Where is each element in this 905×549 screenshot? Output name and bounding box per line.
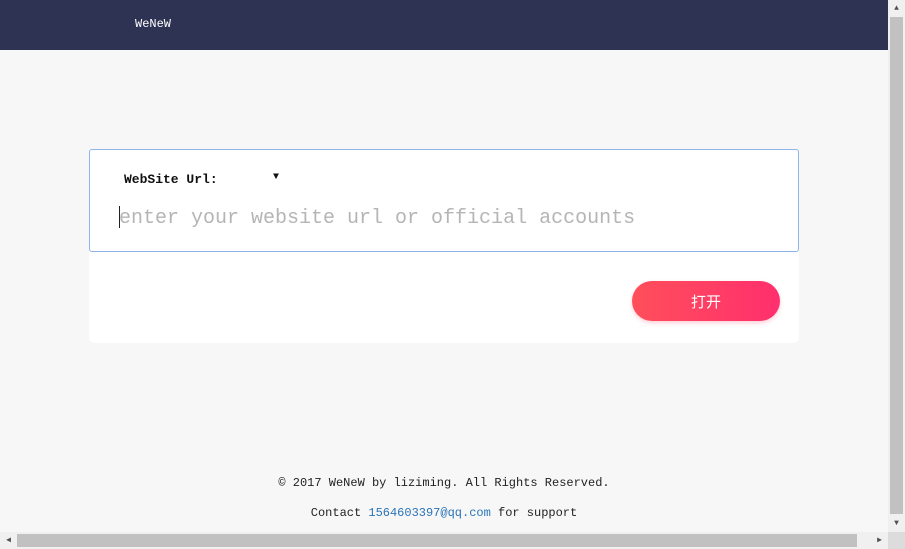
scroll-right-icon[interactable]: ▶ [871,532,888,549]
website-url-label[interactable]: WebSite Url: [124,172,218,187]
open-button[interactable]: 打开 [632,281,780,321]
scroll-down-icon[interactable]: ▼ [888,515,905,532]
scrollbar-corner [888,532,905,549]
url-input-box[interactable]: WebSite Url: ▼ [89,149,799,252]
caret-down-icon[interactable]: ▼ [273,172,279,183]
contact-prefix: Contact [310,506,369,520]
contact-suffix: for support [490,506,578,520]
scroll-up-icon[interactable]: ▲ [888,0,905,17]
brand-logo-text[interactable]: WeNeW [135,17,171,31]
vertical-scrollbar[interactable]: ▲ ▼ [888,0,905,532]
footer-copyright: © 2017 WeNeW by liziming. All Rights Res… [278,476,610,490]
scroll-left-icon[interactable]: ◀ [0,532,17,549]
browser-viewport: WeNeW WebSite Url: ▼ 打开 © 2017 WeNeW by … [0,0,888,532]
text-cursor [119,206,120,228]
website-url-input[interactable] [119,202,779,234]
vertical-scroll-thumb[interactable] [890,17,903,514]
horizontal-scrollbar[interactable]: ◀ ▶ [0,532,888,549]
top-navbar: WeNeW [0,0,888,50]
horizontal-scroll-thumb[interactable] [17,534,857,547]
contact-email-link[interactable]: 1564603397@qq.com [368,506,490,520]
footer-contact: Contact 1564603397@qq.com for support [0,506,888,520]
